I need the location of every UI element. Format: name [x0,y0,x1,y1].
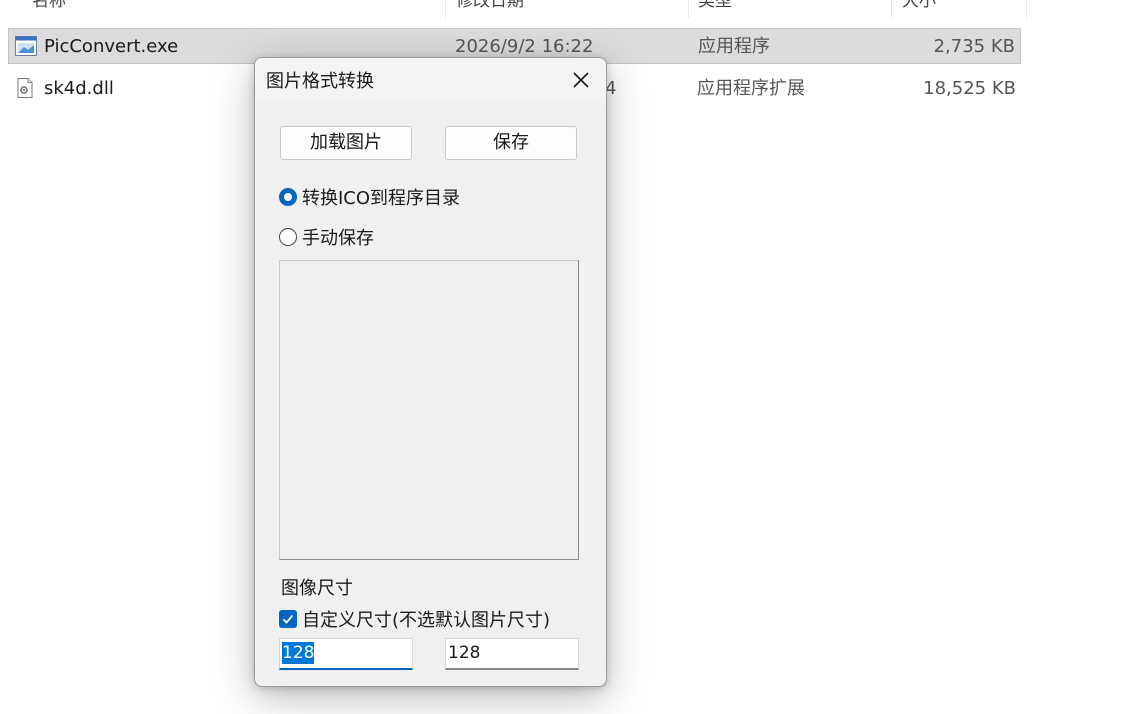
custom-size-label: 自定义尺寸(不选默认图片尺寸) [302,610,551,631]
file-name: PicConvert.exe [44,36,179,57]
image-preview-area [279,260,579,560]
save-button[interactable]: 保存 [445,126,577,160]
convert-dialog: 图片格式转换 加载图片 保存 转换ICO到程序目录 手动保存 图像尺寸 自定义尺… [254,57,607,687]
radio-unselected-icon[interactable] [279,228,297,246]
column-separator[interactable] [891,0,892,18]
radio-manual-label: 手动保存 [302,228,374,249]
close-icon [573,72,589,88]
width-value: 128 [282,642,315,664]
column-header-date[interactable]: 修改日期 [456,0,524,18]
column-header-type[interactable]: 类型 [698,0,732,18]
file-type: 应用程序 [698,36,770,57]
radio-convert-label: 转换ICO到程序目录 [302,188,461,209]
column-header-name[interactable]: 名称 [32,0,66,18]
file-size: 18,525 KB [923,78,1016,99]
image-size-label: 图像尺寸 [281,578,353,599]
file-name: sk4d.dll [44,78,114,99]
checkbox-checked-icon[interactable] [279,610,297,628]
column-separator[interactable] [445,0,446,18]
height-input[interactable]: 128 [445,638,579,670]
width-input[interactable]: 128 [279,638,413,670]
column-separator[interactable] [688,0,689,18]
load-image-button[interactable]: 加载图片 [280,126,412,160]
column-header-size[interactable]: 大小 [902,0,936,18]
exe-file-icon [15,36,37,56]
height-value: 128 [448,643,481,663]
radio-convert-ico[interactable]: 转换ICO到程序目录 [279,185,460,209]
custom-size-checkbox-row[interactable]: 自定义尺寸(不选默认图片尺寸) [279,606,550,632]
dll-file-icon [14,78,36,98]
dialog-titlebar[interactable]: 图片格式转换 [255,58,606,102]
file-type: 应用程序扩展 [697,78,805,99]
close-button[interactable] [556,58,606,102]
column-separator[interactable] [1026,0,1027,18]
file-size: 2,735 KB [933,36,1015,57]
radio-selected-icon[interactable] [279,188,297,206]
column-header-bar: 名称 修改日期 类型 大小 [0,0,1028,18]
dialog-title: 图片格式转换 [266,71,374,92]
radio-manual-save[interactable]: 手动保存 [279,225,374,249]
